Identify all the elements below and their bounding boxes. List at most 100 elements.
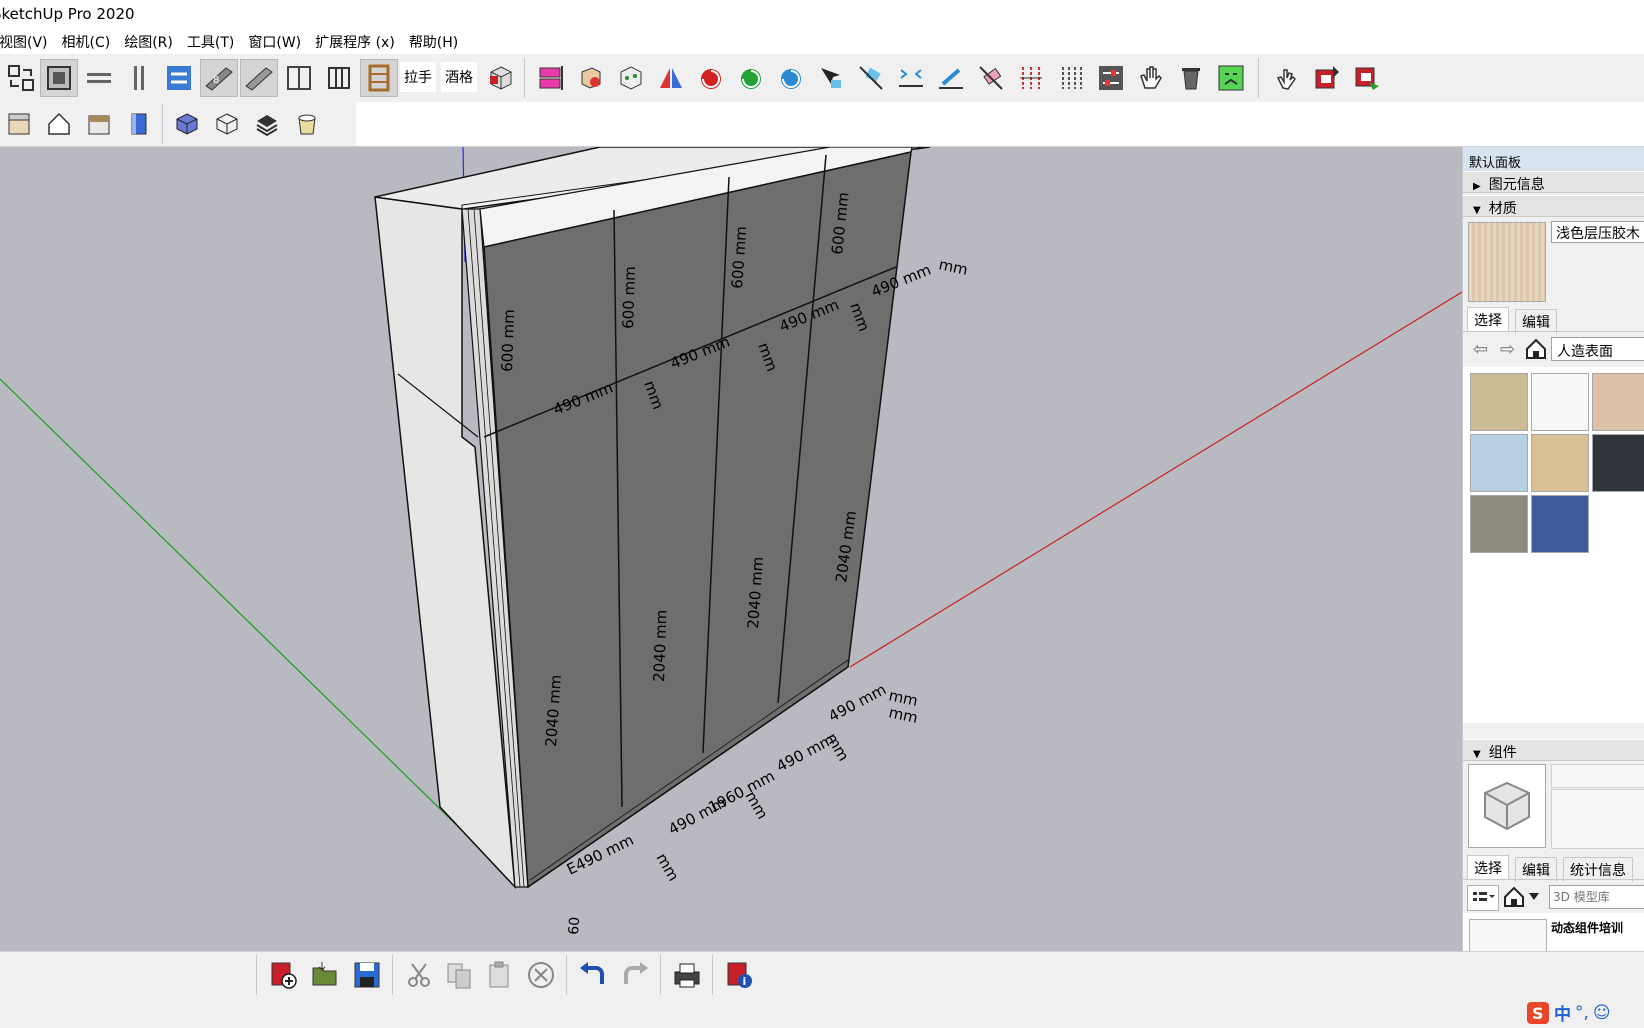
print-icon[interactable] bbox=[668, 956, 706, 994]
eraser-pink-icon[interactable] bbox=[972, 59, 1010, 97]
material-swatch[interactable] bbox=[1470, 434, 1528, 492]
model-info-icon[interactable]: i bbox=[720, 956, 758, 994]
material-swatch[interactable] bbox=[1470, 373, 1528, 431]
materials-label: 材质 bbox=[1488, 201, 1517, 217]
redo-arrow-icon[interactable] bbox=[616, 956, 654, 994]
menu-tools[interactable]: 工具(T) bbox=[180, 28, 241, 54]
ime-indicator[interactable]: S 中 °, ☺ bbox=[1526, 1000, 1611, 1025]
swap-tool-icon[interactable] bbox=[2, 59, 40, 97]
grid-red-icon[interactable] bbox=[1012, 59, 1050, 97]
title-bar: SketchUp Pro 2020 bbox=[0, 0, 1644, 28]
material-swatch[interactable] bbox=[1531, 495, 1589, 553]
material-library-select[interactable]: 人造表面 bbox=[1551, 337, 1644, 361]
entity-info-header[interactable]: ▶ 图元信息 bbox=[1463, 171, 1644, 193]
xray-cube-icon[interactable] bbox=[168, 105, 206, 143]
menu-camera[interactable]: 相机(C) bbox=[55, 28, 118, 54]
toolbar-separator bbox=[162, 104, 163, 144]
materials-header[interactable]: ▼ 材质 bbox=[1463, 195, 1644, 217]
material-swatch[interactable] bbox=[1470, 495, 1528, 553]
menu-help[interactable]: 帮助(H) bbox=[402, 28, 465, 54]
view-options-icon[interactable] bbox=[1467, 885, 1499, 911]
standard-toolbar: i bbox=[0, 951, 1644, 998]
rotate-blue-icon[interactable] bbox=[772, 59, 810, 97]
wine-rack-button[interactable]: 酒格 bbox=[441, 62, 477, 92]
rotate-red-icon[interactable] bbox=[692, 59, 730, 97]
component-name-field[interactable] bbox=[1551, 764, 1644, 788]
expanded-arrow-icon: ▼ bbox=[1473, 749, 1481, 760]
hand-pan-icon[interactable] bbox=[1132, 59, 1170, 97]
cut-scissors-icon[interactable] bbox=[400, 956, 438, 994]
settings-slider-icon[interactable] bbox=[1092, 59, 1130, 97]
menu-extensions[interactable]: 扩展程序 (x) bbox=[308, 28, 402, 54]
material-swatch-grid bbox=[1463, 367, 1644, 723]
open-folder-icon[interactable] bbox=[306, 956, 344, 994]
face-check-icon[interactable] bbox=[1212, 59, 1250, 97]
ladder-tool-icon[interactable] bbox=[360, 59, 398, 97]
align-tool-icon[interactable] bbox=[160, 59, 198, 97]
home-icon[interactable] bbox=[40, 105, 78, 143]
warehouse-share-icon[interactable] bbox=[1348, 59, 1386, 97]
vertical-divider-icon[interactable] bbox=[120, 59, 158, 97]
column-divider-icon[interactable] bbox=[320, 59, 358, 97]
box-top-icon[interactable] bbox=[80, 105, 118, 143]
dice-icon[interactable] bbox=[612, 59, 650, 97]
sogou-ime-icon: S bbox=[1527, 1001, 1549, 1024]
spacing-tool-icon[interactable] bbox=[892, 59, 930, 97]
cube-tool-icon[interactable] bbox=[482, 59, 520, 97]
delete-circle-icon[interactable] bbox=[522, 956, 560, 994]
current-material-preview[interactable] bbox=[1468, 222, 1546, 302]
horizontal-shelf-icon[interactable] bbox=[80, 59, 118, 97]
components-label: 组件 bbox=[1488, 745, 1517, 761]
drawing-viewport[interactable]: 600 mm 600 mm 600 mm 600 mm 490 mm 490 m… bbox=[0, 147, 1462, 951]
box-paint-icon[interactable] bbox=[572, 59, 610, 97]
rotate-green-icon[interactable] bbox=[732, 59, 770, 97]
material-swatch[interactable] bbox=[1531, 373, 1589, 431]
material-swatch[interactable] bbox=[1531, 434, 1589, 492]
default-tray: 默认面板 ▶ 图元信息 ▼ 材质 浅色层压胶木 选择 编辑 ⇦ ⇨ 人造表面 ▼ 组件… bbox=[1462, 147, 1644, 951]
copy-icon[interactable] bbox=[440, 956, 478, 994]
slab-tool-icon[interactable] bbox=[240, 59, 278, 97]
back-arrow-icon[interactable]: ⇦ bbox=[1473, 339, 1488, 360]
material-swatch[interactable] bbox=[1592, 434, 1644, 492]
layers-stack-icon[interactable] bbox=[248, 105, 286, 143]
board-tool-icon[interactable]: 8 bbox=[200, 59, 238, 97]
menu-window[interactable]: 窗口(W) bbox=[241, 28, 308, 54]
component-description-field[interactable] bbox=[1551, 789, 1644, 849]
menu-draw[interactable]: 绘图(R) bbox=[117, 28, 180, 54]
material-name-field[interactable]: 浅色层压胶木 bbox=[1551, 221, 1644, 243]
material-swatch[interactable] bbox=[1592, 373, 1644, 431]
dim-600-2: 600 mm bbox=[619, 266, 639, 329]
tab-material-select[interactable]: 选择 bbox=[1467, 307, 1509, 332]
model-search-input[interactable] bbox=[1549, 885, 1644, 909]
hand-point-icon[interactable] bbox=[1268, 59, 1306, 97]
mirror-tool-icon[interactable] bbox=[652, 59, 690, 97]
component-thumb[interactable] bbox=[1469, 919, 1547, 951]
box-front-icon[interactable] bbox=[0, 105, 38, 143]
select-cursor-icon[interactable] bbox=[812, 59, 850, 97]
warehouse-upload-icon[interactable] bbox=[1308, 59, 1346, 97]
component-home-icon[interactable] bbox=[1503, 886, 1539, 912]
double-door-icon[interactable] bbox=[280, 59, 318, 97]
paste-icon[interactable] bbox=[480, 956, 518, 994]
grid-gray-icon[interactable] bbox=[1052, 59, 1090, 97]
new-model-icon[interactable] bbox=[264, 956, 302, 994]
menu-view[interactable]: 视图(V) bbox=[0, 28, 55, 54]
model-canvas[interactable]: 600 mm 600 mm 600 mm 600 mm 490 mm 490 m… bbox=[0, 147, 1462, 951]
trash-bin-icon[interactable] bbox=[1172, 59, 1210, 97]
library-home-icon[interactable] bbox=[1525, 338, 1547, 364]
measure-tool-icon[interactable] bbox=[932, 59, 970, 97]
save-disk-icon[interactable] bbox=[348, 956, 386, 994]
bucket-icon[interactable] bbox=[288, 105, 326, 143]
drawer-stack-icon[interactable] bbox=[532, 59, 570, 97]
undo-arrow-icon[interactable] bbox=[574, 956, 612, 994]
components-header[interactable]: ▼ 组件 bbox=[1463, 739, 1644, 761]
component-item-title[interactable]: 动态组件培训 bbox=[1551, 919, 1623, 936]
eraser-slash-icon[interactable] bbox=[852, 59, 890, 97]
side-panel-icon[interactable] bbox=[120, 105, 158, 143]
component-list: 动态组件培训 bbox=[1463, 913, 1644, 951]
wireframe-cube-icon[interactable] bbox=[208, 105, 246, 143]
tab-component-select[interactable]: 选择 bbox=[1467, 855, 1509, 880]
pull-handle-button[interactable]: 拉手 bbox=[400, 62, 436, 92]
panel-tool-icon[interactable] bbox=[40, 59, 78, 97]
forward-arrow-icon[interactable]: ⇨ bbox=[1500, 339, 1515, 360]
